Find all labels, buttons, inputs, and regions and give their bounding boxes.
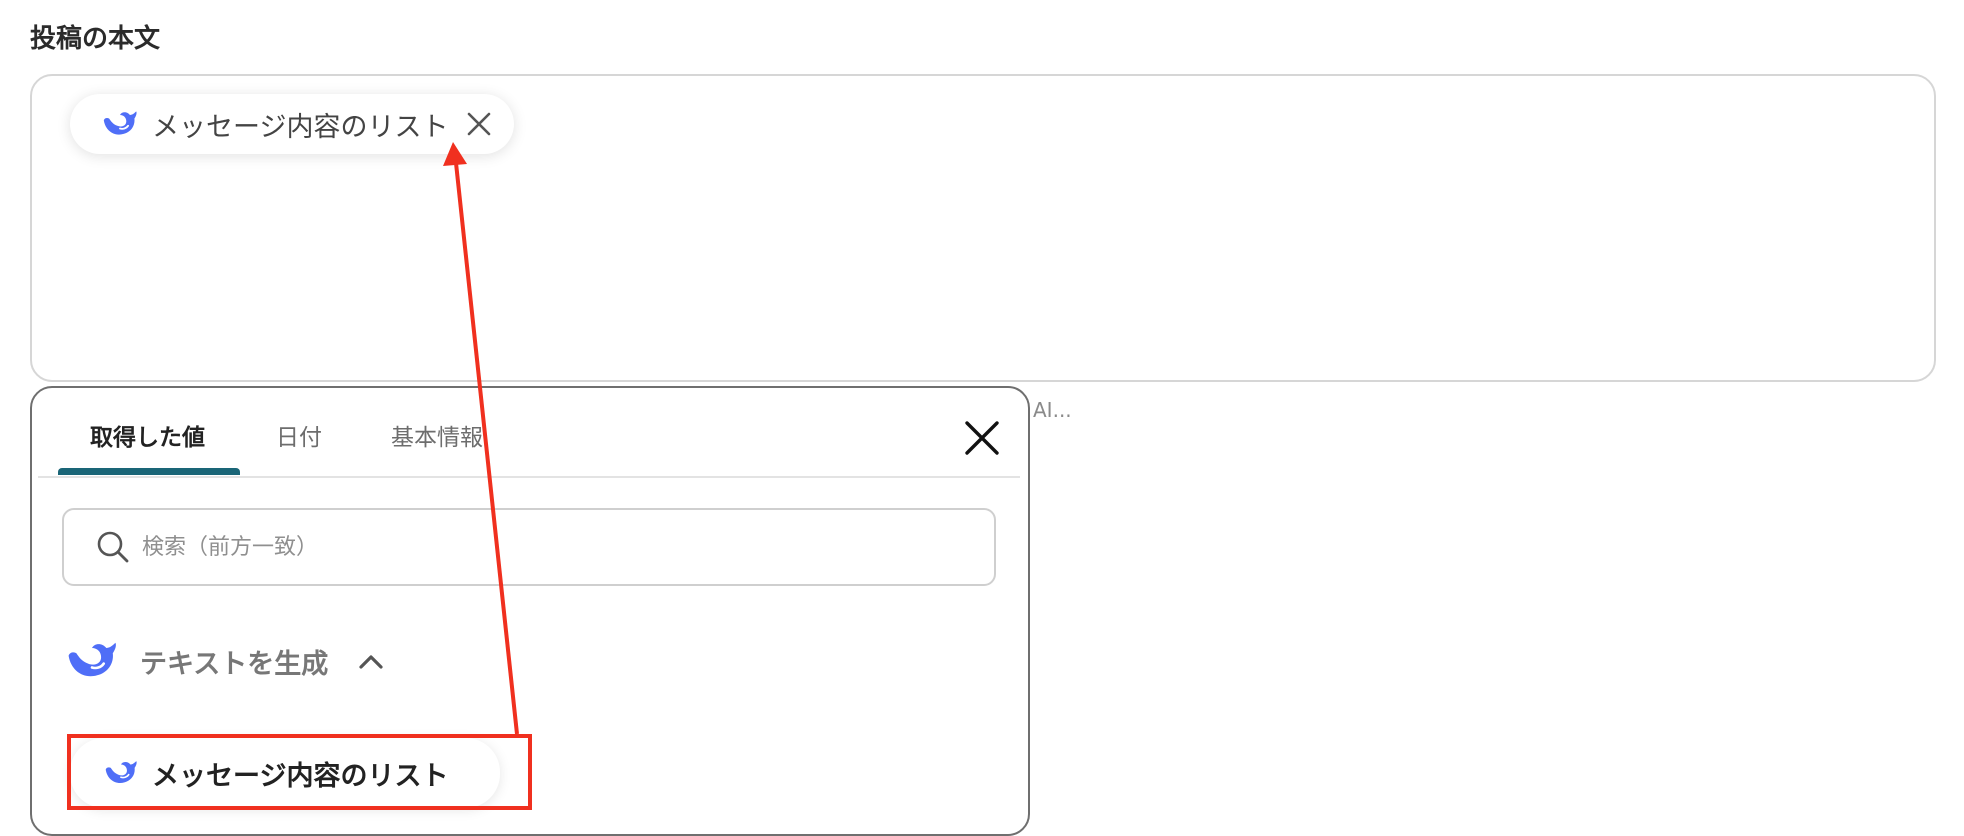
group-label: テキストを生成 [140,648,329,680]
picker-tabs: 取得した値 日付 基本情報 [38,388,1020,478]
close-icon[interactable] [964,420,1000,456]
field-label: 投稿の本文 [30,24,161,54]
group-generate-text[interactable]: テキストを生成 [66,638,384,684]
search-input[interactable] [140,533,944,561]
active-tab-indicator [58,468,240,475]
inserted-value-chip[interactable]: メッセージ内容のリスト [70,94,515,154]
deepseek-whale-icon [105,761,137,783]
deepseek-whale-icon [103,111,137,135]
post-body-field[interactable]: メッセージ内容のリスト [30,74,1936,382]
remove-chip-icon[interactable] [466,111,492,137]
search-field[interactable] [62,508,996,586]
chevron-up-icon[interactable] [358,651,384,671]
list-item-label: メッセージ内容のリスト [152,760,449,792]
search-icon [97,531,129,563]
chip-label: メッセージ内容のリスト [152,111,449,143]
tab-date[interactable]: 日付 [276,418,322,452]
value-picker-panel: 取得した値 日付 基本情報 テキストを生成 メッセージ内容のリスト [30,386,1030,836]
tab-acquired-values[interactable]: 取得した値 [90,418,205,452]
list-item-message-content-list[interactable]: メッセージ内容のリスト [70,738,500,808]
tab-basic-info[interactable]: 基本情報 [391,418,483,452]
field-hint-text: AI... [1033,398,1072,422]
deepseek-whale-icon [68,642,116,677]
